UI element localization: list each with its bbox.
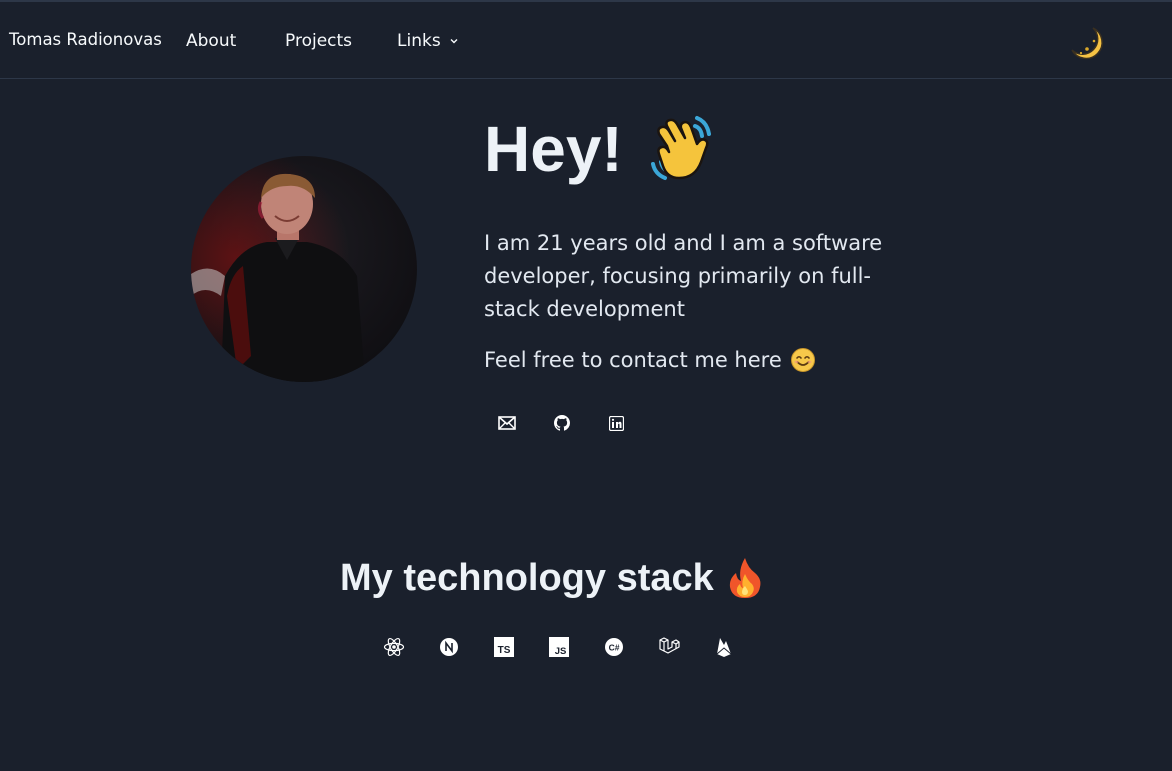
smiling-face-icon	[790, 348, 815, 372]
nav-links-dropdown[interactable]: Links	[397, 31, 459, 51]
firebase-icon	[711, 634, 737, 660]
nextjs-icon	[436, 634, 462, 660]
laravel-icon	[656, 634, 682, 660]
hero-title-text: Hey!	[484, 113, 623, 185]
navbar: Tomas Radionovas About Projects Links	[0, 2, 1172, 79]
stack-title-text: My technology stack	[340, 556, 714, 599]
chevron-down-icon	[450, 39, 458, 44]
moon-icon	[1071, 27, 1103, 60]
svg-text:JS: JS	[555, 646, 567, 657]
nav-projects-link[interactable]: Projects	[285, 31, 352, 51]
linkedin-link[interactable]	[600, 410, 633, 436]
contact-text: Feel free to contact me here	[484, 348, 782, 372]
email-icon	[497, 416, 516, 430]
intro-text: I am 21 years old and I am a software de…	[484, 231, 883, 321]
social-links	[490, 410, 633, 436]
waving-hand-icon	[650, 116, 711, 180]
github-icon	[553, 415, 570, 431]
nav-about-link[interactable]: About	[186, 31, 236, 51]
contact-text-row: Feel free to contact me here	[484, 347, 816, 373]
react-icon	[381, 634, 407, 660]
email-link[interactable]	[490, 410, 523, 436]
brand-link[interactable]: Tomas Radionovas	[9, 30, 162, 49]
linkedin-icon	[609, 415, 624, 431]
svg-text:C#: C#	[609, 643, 620, 653]
nav-links-label: Links	[397, 31, 441, 51]
profile-photo	[191, 156, 417, 382]
theme-toggle-button[interactable]	[1062, 20, 1110, 64]
hero-title: Hey!	[484, 112, 719, 186]
github-link[interactable]	[545, 410, 578, 436]
tech-stack-icons: TS JS C#	[381, 634, 737, 660]
fire-icon	[729, 558, 761, 598]
csharp-icon: C#	[601, 634, 627, 660]
typescript-icon: TS	[491, 634, 517, 660]
svg-text:TS: TS	[498, 645, 511, 656]
stack-title: My technology stack	[340, 556, 764, 600]
javascript-icon: JS	[546, 634, 572, 660]
